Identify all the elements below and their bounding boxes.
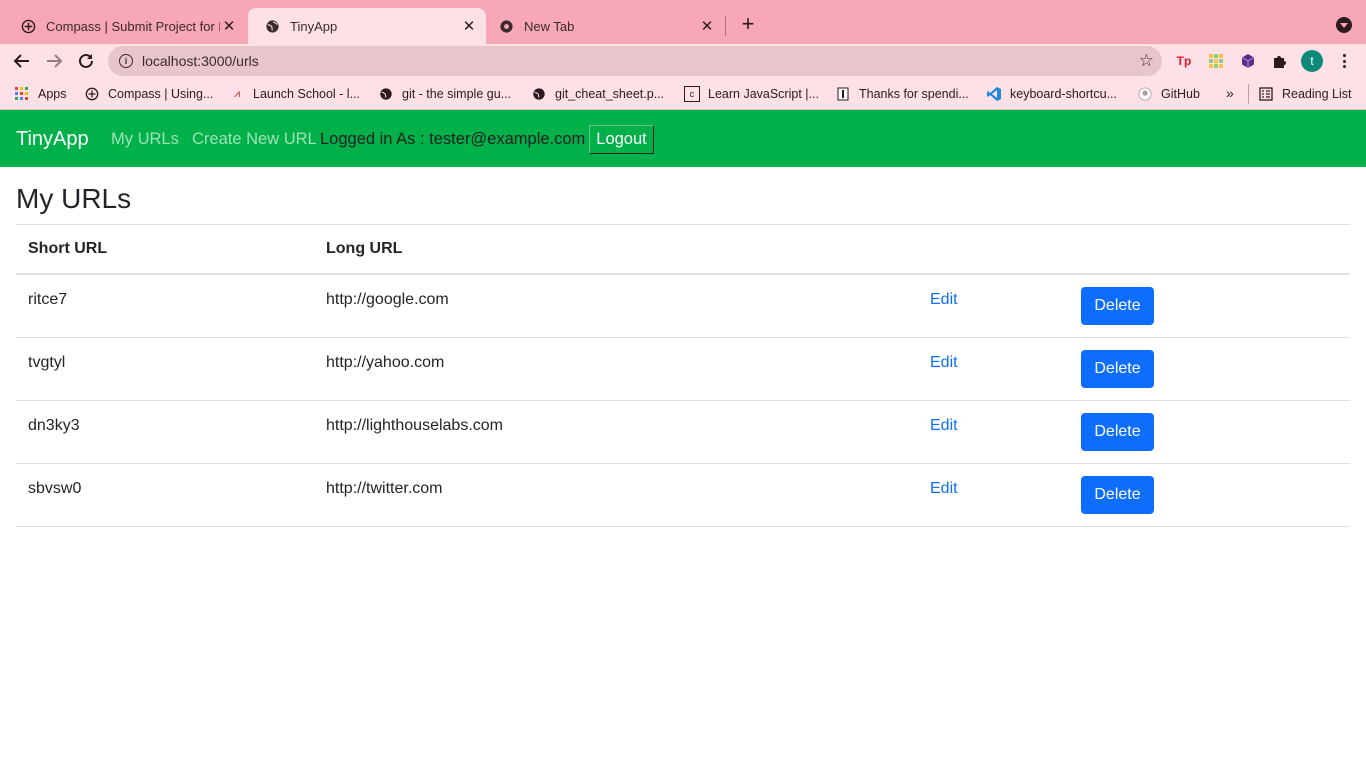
reading-list-icon [1258, 86, 1274, 102]
bookmark-label: Launch School - l... [253, 87, 361, 101]
close-tab-icon[interactable]: ✕ [460, 17, 478, 35]
column-header-edit [918, 225, 1069, 275]
bookmark-label: Learn JavaScript |... [708, 87, 819, 101]
tab-new-tab[interactable]: New Tab ✕ [482, 8, 724, 44]
tab-tinyapp[interactable]: TinyApp ✕ [248, 8, 486, 44]
table-row: sbvsw0 http://twitter.com Edit Delete [16, 463, 1350, 527]
bookmarks-separator [1248, 84, 1249, 104]
nav-create-new-url[interactable]: Create New URL [192, 130, 317, 149]
compass-icon [84, 86, 100, 102]
brand-link[interactable]: TinyApp [16, 128, 89, 151]
nav-my-urls[interactable]: My URLs [111, 130, 179, 149]
edit-link[interactable]: Edit [930, 354, 958, 371]
compass-icon [20, 18, 36, 34]
back-icon[interactable] [10, 49, 34, 73]
bookmark-launch-school[interactable]: ⩘ Launch School - l... [229, 85, 360, 103]
app-navbar: TinyApp My URLs Create New URL Logged in… [0, 110, 1366, 167]
puzzle-icon[interactable] [1271, 52, 1289, 70]
chrome-icon [498, 18, 514, 34]
browser-menu-icon[interactable] [1338, 52, 1350, 70]
browser-toolbar: i localhost:3000/urls ☆ Tp t [0, 44, 1366, 78]
grid-extension-icon[interactable] [1207, 52, 1225, 70]
column-header-short-url: Short URL [16, 225, 314, 275]
close-tab-icon[interactable]: ✕ [698, 17, 716, 35]
reading-list-button[interactable]: Reading List [1258, 85, 1352, 103]
codecademy-icon: c [684, 86, 700, 102]
launch-school-icon: ⩘ [233, 87, 241, 100]
urls-table: Short URL Long URL ritce7 http://google.… [16, 225, 1350, 527]
new-tab-button[interactable]: + [736, 11, 760, 36]
bookmark-label: Thanks for spendi... [859, 87, 969, 101]
long-url-cell: http://yahoo.com [314, 337, 918, 401]
reading-list-label: Reading List [1282, 87, 1352, 101]
logout-button[interactable]: Logout [589, 125, 654, 154]
bookmark-git-guide[interactable]: git - the simple gu... [378, 85, 511, 103]
close-tab-icon[interactable]: ✕ [220, 17, 238, 35]
address-bar[interactable]: i localhost:3000/urls ☆ [108, 46, 1162, 76]
bookmark-label: git_cheat_sheet.p... [555, 87, 665, 101]
table-row: ritce7 http://google.com Edit Delete [16, 274, 1350, 338]
bookmark-thanks[interactable]: Thanks for spendi... [835, 85, 969, 103]
tab-title: TinyApp [290, 18, 338, 34]
short-url-cell: sbvsw0 [16, 463, 314, 527]
bookmarks-overflow-icon[interactable]: » [1226, 85, 1234, 101]
bookmark-github[interactable]: GitHub [1137, 85, 1200, 103]
bookmark-label: Apps [38, 87, 67, 101]
extension-tp[interactable]: Tp [1175, 52, 1193, 70]
tab-title: New Tab [524, 18, 575, 34]
bookmark-label: git - the simple gu... [402, 87, 512, 101]
apps-grid-icon [14, 86, 30, 102]
delete-button[interactable]: Delete [1081, 349, 1154, 388]
table-row: tvgtyl http://yahoo.com Edit Delete [16, 337, 1350, 401]
long-url-cell: http://google.com [314, 274, 918, 338]
tab-compass[interactable]: Compass | Submit Project for E ✕ [4, 8, 246, 44]
table-row: dn3ky3 http://lighthouselabs.com Edit De… [16, 400, 1350, 464]
globe-icon [264, 18, 280, 34]
address-url: localhost:3000/urls [142, 53, 259, 69]
cube-extension-icon[interactable] [1239, 52, 1257, 70]
bookmark-compass[interactable]: Compass | Using... [84, 85, 213, 103]
globe-icon [531, 86, 547, 102]
bookmark-label: GitHub [1161, 87, 1200, 101]
github-icon [1137, 86, 1153, 102]
delete-button[interactable]: Delete [1081, 475, 1154, 514]
delete-button[interactable]: Delete [1081, 287, 1154, 325]
tab-strip: Compass | Submit Project for E ✕ TinyApp… [0, 0, 1366, 44]
bookmark-keyboard-shortcuts[interactable]: keyboard-shortcu... [986, 85, 1117, 103]
forward-icon[interactable] [42, 49, 66, 73]
bookmark-label: Compass | Using... [108, 87, 214, 101]
tab-search-icon[interactable] [1336, 17, 1352, 33]
bookmark-apps[interactable]: Apps [14, 85, 67, 103]
table-header-row: Short URL Long URL [16, 225, 1350, 275]
page-icon [835, 86, 851, 102]
page-title: My URLs [16, 183, 132, 214]
long-url-cell: http://twitter.com [314, 463, 918, 527]
bookmark-star-icon[interactable]: ☆ [1139, 51, 1154, 71]
column-header-long-url: Long URL [314, 225, 918, 275]
short-url-cell: ritce7 [16, 274, 314, 338]
bookmark-label: keyboard-shortcu... [1010, 87, 1117, 101]
short-url-cell: tvgtyl [16, 337, 314, 401]
vscode-icon [986, 86, 1002, 102]
logged-in-status: Logged in As : tester@example.com [320, 130, 586, 148]
site-info-icon[interactable]: i [119, 54, 133, 68]
edit-link[interactable]: Edit [930, 291, 958, 308]
globe-icon [378, 86, 394, 102]
edit-link[interactable]: Edit [930, 417, 958, 434]
edit-link[interactable]: Edit [930, 480, 958, 497]
bookmark-git-cheat-sheet[interactable]: git_cheat_sheet.p... [531, 85, 664, 103]
reload-icon[interactable] [74, 49, 98, 73]
tab-separator [725, 16, 726, 36]
bookmarks-bar: Apps Compass | Using... ⩘ Launch School … [0, 78, 1366, 110]
long-url-cell: http://lighthouselabs.com [314, 400, 918, 464]
delete-button[interactable]: Delete [1081, 412, 1154, 451]
column-header-delete [1069, 225, 1350, 275]
bookmark-learn-javascript[interactable]: c Learn JavaScript |... [684, 85, 819, 103]
profile-avatar[interactable]: t [1301, 50, 1323, 72]
tab-title: Compass | Submit Project for E [46, 18, 220, 34]
short-url-cell: dn3ky3 [16, 400, 314, 464]
